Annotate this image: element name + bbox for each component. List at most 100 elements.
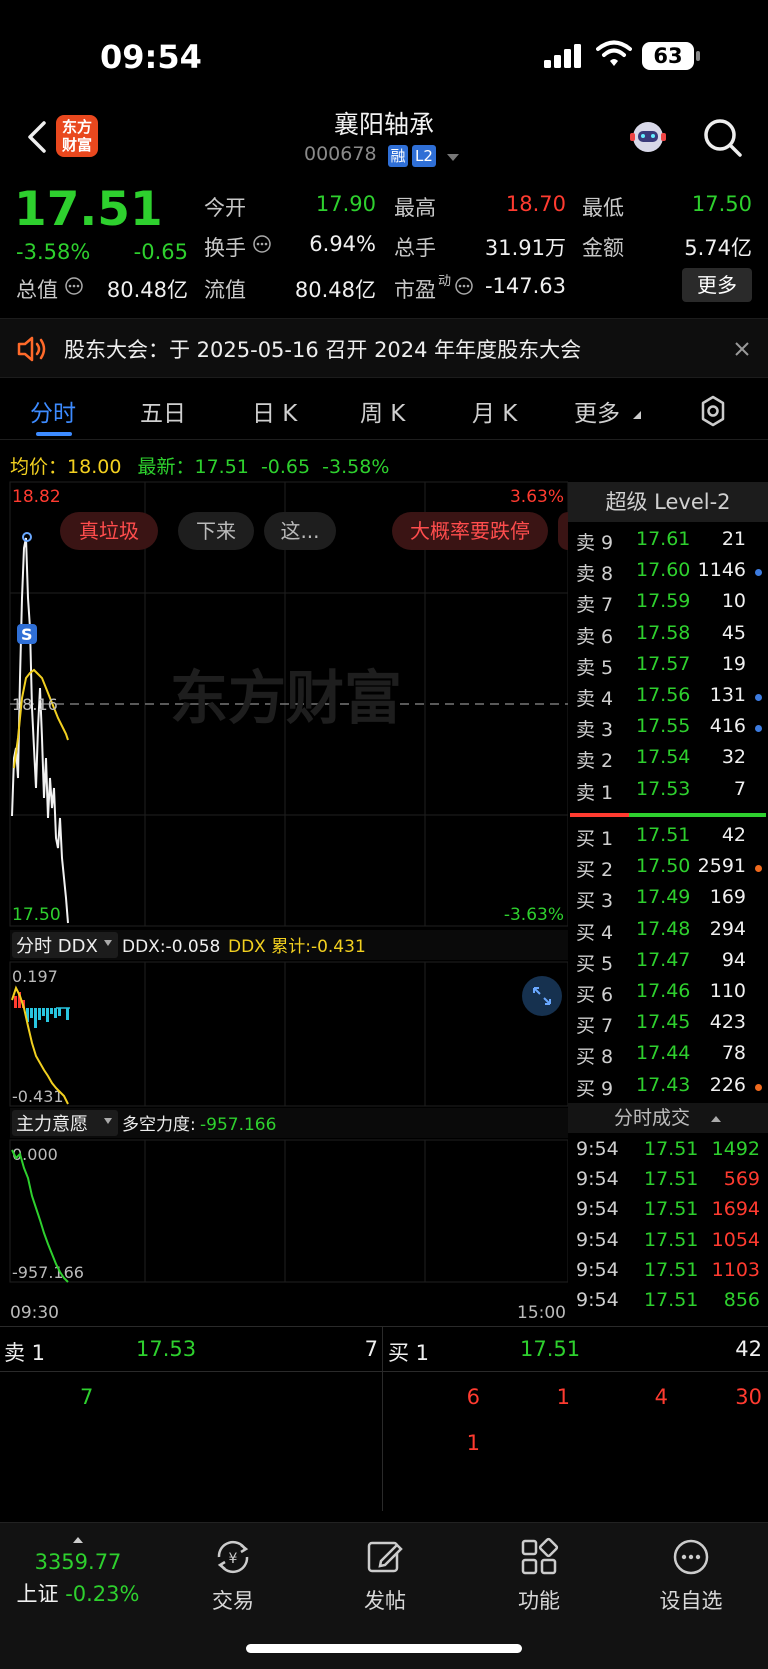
pe-value: -147.63 <box>484 274 566 298</box>
search-icon[interactable] <box>700 115 744 159</box>
bid-row[interactable]: 买 8 17.44 78 <box>568 1042 768 1073</box>
tab-weekly-k[interactable]: 周 K <box>360 394 405 428</box>
ask-volume: 10 <box>721 590 746 613</box>
ask-row[interactable]: 卖 1 17.53 7 <box>568 778 768 809</box>
gear-icon[interactable] <box>696 394 730 428</box>
bid-row[interactable]: 买 2 17.50 2591 <box>568 855 768 886</box>
latest-label: 最新： <box>137 456 195 478</box>
trades-title[interactable]: 分时成交 <box>568 1103 768 1133</box>
bid-volume: 169 <box>709 886 746 909</box>
nav-watchlist[interactable]: 设自选 <box>636 1535 746 1615</box>
ask-price: 17.58 <box>636 621 691 644</box>
level2-title[interactable]: 超级 Level-2 <box>568 482 768 522</box>
info-icon[interactable] <box>64 276 84 296</box>
status-bar: 09:54 63 <box>0 0 768 110</box>
queue-buy-label: 买 1 <box>388 1341 430 1365</box>
notice-bar[interactable]: 股东大会：于 2025-05-16 召开 2024 年年度股东大会 <box>0 318 768 378</box>
bid-price: 17.44 <box>636 1042 691 1065</box>
trade-time: 9:54 <box>576 1289 619 1311</box>
bid-row[interactable]: 买 3 17.49 169 <box>568 886 768 917</box>
ask-row[interactable]: 卖 7 17.59 10 <box>568 590 768 621</box>
avg-value: 18.00 <box>67 456 122 478</box>
ask-volume: 19 <box>721 652 746 675</box>
large-order-dot <box>755 725 762 733</box>
bid-volume: 110 <box>709 980 746 1002</box>
bid-price: 17.49 <box>636 886 691 909</box>
nav-functions[interactable]: 功能 <box>484 1535 594 1615</box>
ask-row[interactable]: 卖 6 17.58 45 <box>568 622 768 653</box>
mktcap-label: 总值 <box>16 278 58 302</box>
ask-price: 17.53 <box>636 777 691 800</box>
robot-assistant-icon[interactable] <box>626 115 670 159</box>
intraday-chart-area[interactable]: 东方财富 S 18.82 3.63% 18.16 17.50 -3.63% 真垃… <box>0 478 578 1328</box>
ask-volume: 45 <box>721 621 746 644</box>
bid-row[interactable]: 买 9 17.43 226 <box>568 1074 768 1105</box>
latest-change-pct: -3.58% <box>322 456 390 478</box>
bid-row[interactable]: 买 4 17.48 294 <box>568 918 768 949</box>
amount-value: 5.74亿 <box>684 236 752 260</box>
tab-intraday[interactable]: 分时 <box>30 394 76 428</box>
bid-level-label: 买 6 <box>576 984 614 1006</box>
bid-price: 17.47 <box>636 948 691 971</box>
buy-order-item: 4 <box>654 1385 668 1409</box>
trade-row: 9:54 17.51 1054 <box>568 1229 768 1260</box>
bid-row[interactable]: 买 5 17.47 94 <box>568 949 768 980</box>
buy-order-item: 30 <box>735 1385 762 1409</box>
tab-daily-k[interactable]: 日 K <box>252 394 297 428</box>
ask-price: 17.61 <box>636 528 691 550</box>
ask-price: 17.56 <box>636 684 691 706</box>
more-button[interactable]: 更多 <box>682 268 752 302</box>
ask-row[interactable]: 卖 2 17.54 32 <box>568 746 768 777</box>
trade-time: 9:54 <box>576 1198 619 1221</box>
bid-volume: 78 <box>721 1042 746 1065</box>
nav-trade[interactable]: ¥ 交易 <box>178 1535 288 1615</box>
level2-panel[interactable]: 超级 Level-2 卖 9 17.61 21 卖 8 17.60 1146 卖 7 17.5… <box>568 482 768 1324</box>
tab-monthly-k[interactable]: 月 K <box>472 394 517 428</box>
ask-level-label: 卖 7 <box>576 594 614 617</box>
chart-canvas[interactable]: 东方财富 S 18.82 3.63% 18.16 17.50 -3.63% 真垃… <box>0 478 578 1328</box>
close-icon[interactable] <box>734 341 750 357</box>
ask-row[interactable]: 卖 3 17.55 416 <box>568 715 768 746</box>
top-navigation: 东方财富 襄阳轴承 000678 融 L2 <box>0 105 768 175</box>
trade-volume: 1103 <box>711 1258 760 1281</box>
tab-five-day[interactable]: 五日 <box>140 394 186 428</box>
ask-volume: 416 <box>709 715 746 738</box>
high-value: 18.70 <box>505 192 566 216</box>
avg-label: 均价： <box>10 456 68 478</box>
queue-sell-label: 卖 1 <box>4 1341 46 1365</box>
latest-value: 17.51 <box>194 456 249 478</box>
bid-level-label: 买 7 <box>576 1015 614 1038</box>
ask-row[interactable]: 卖 8 17.60 1146 <box>568 559 768 590</box>
bid-volume: 42 <box>721 824 746 846</box>
expand-button[interactable] <box>522 976 562 1016</box>
nav-post[interactable]: 发帖 <box>330 1535 440 1615</box>
bid-row[interactable]: 买 7 17.45 423 <box>568 1011 768 1042</box>
pe-dynamic-sup: 动 <box>438 274 452 289</box>
stock-code: 000678 <box>304 143 377 165</box>
ask-row[interactable]: 卖 9 17.61 21 <box>568 528 768 559</box>
chevron-down-icon[interactable] <box>446 153 460 163</box>
wifi-icon <box>596 40 632 66</box>
bid-row[interactable]: 买 6 17.46 110 <box>568 980 768 1011</box>
bid-level-label: 买 4 <box>576 921 614 944</box>
info-icon[interactable] <box>454 276 474 296</box>
dropdown-corner-icon <box>633 411 641 419</box>
triangle-up-icon <box>73 1537 83 1543</box>
top-pct-label: 3.63% <box>510 487 564 507</box>
bid-price: 17.50 <box>636 855 691 878</box>
large-order-dot <box>755 865 762 873</box>
ask-row[interactable]: 卖 5 17.57 19 <box>568 653 768 684</box>
ddx-bars <box>14 992 70 1028</box>
tab-more[interactable]: 更多 <box>574 394 620 428</box>
index-widget[interactable]: 3359.77 上证 -0.23% <box>0 1529 156 1608</box>
ask-row[interactable]: 卖 4 17.56 131 <box>568 684 768 715</box>
trade-time: 9:54 <box>576 1258 619 1281</box>
info-icon[interactable] <box>252 234 272 254</box>
trade-price: 17.51 <box>644 1228 699 1251</box>
trade-volume: 1694 <box>711 1198 760 1221</box>
quote-header: 17.51 -3.58% -0.65 今开 17.90 最高 18.70 最低 … <box>0 176 768 316</box>
bid-row[interactable]: 买 1 17.51 42 <box>568 824 768 855</box>
chevron-up-icon <box>711 1116 722 1122</box>
more-dots-icon <box>673 1539 709 1575</box>
comment-bubble[interactable] <box>558 512 578 550</box>
